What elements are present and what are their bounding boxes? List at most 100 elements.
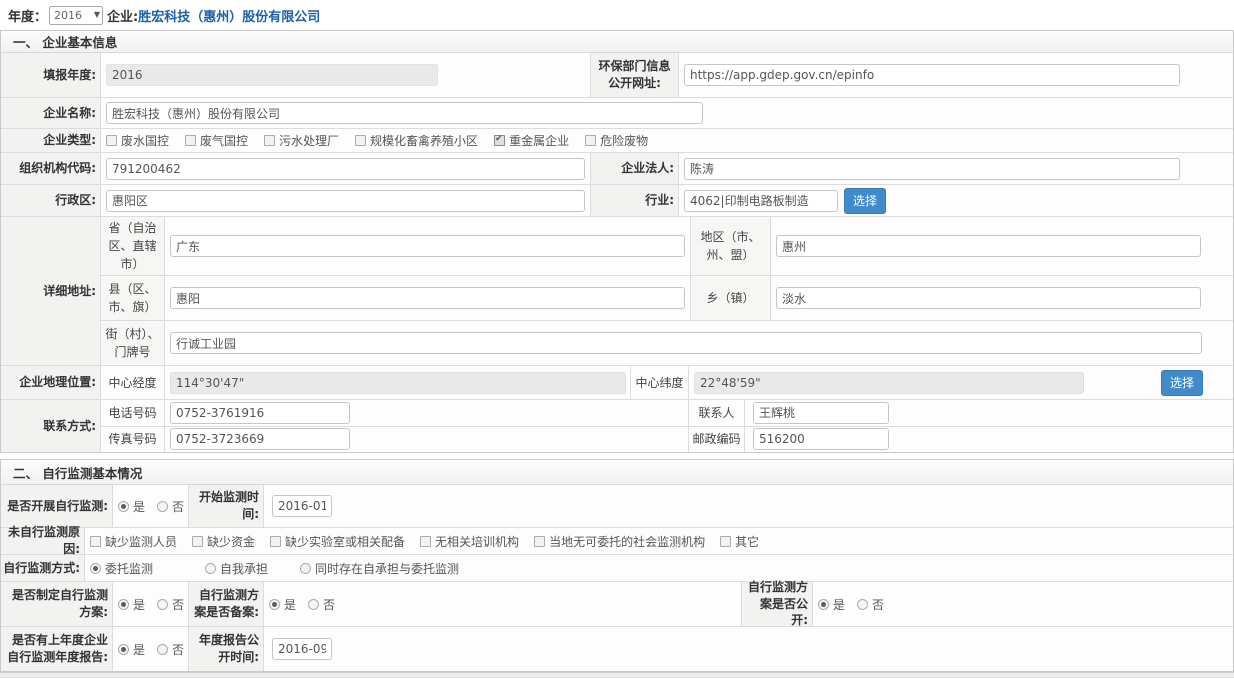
checkbox-reason-no-funds[interactable]: 缺少资金 — [192, 533, 255, 550]
fax-input[interactable] — [170, 428, 350, 450]
legal-person-label: 企业法人: — [591, 153, 679, 184]
radio-q5-yes[interactable]: 是 — [118, 641, 145, 658]
checkbox-wastewater-state[interactable]: 废水国控 — [106, 132, 169, 149]
geo-label: 企业地理位置: — [1, 366, 101, 399]
checkbox-gas-state[interactable]: 废气国控 — [185, 132, 248, 149]
radio-mode-entrusted[interactable]: 委托监测 — [90, 560, 153, 577]
province-label: 省（自治区、直辖市） — [101, 217, 165, 275]
report-time-input[interactable] — [272, 638, 332, 660]
fill-year-input[interactable] — [106, 64, 438, 86]
checkbox-icon — [420, 536, 431, 547]
checkbox-sewage-plant[interactable]: 污水处理厂 — [264, 132, 339, 149]
radio-mode-self[interactable]: 自我承担 — [205, 560, 268, 577]
start-time-input[interactable] — [272, 495, 332, 517]
checkbox-reason-no-lab[interactable]: 缺少实验室或相关配备 — [270, 533, 405, 550]
row-address: 详细地址: 省（自治区、直辖市） 地区（市、州、盟） 县（区、市、旗） 乡（镇） — [1, 217, 1233, 366]
plan-public-label: 自行监测方案是否公开: — [742, 582, 813, 626]
row-monitoring-mode: 自行监测方式: 委托监测 自我承担 同时存在自承担与委托监测 — [1, 555, 1233, 582]
contact-person-label: 联系人 — [689, 400, 745, 426]
radio-q5-no[interactable]: 否 — [157, 641, 184, 658]
geo-select-button[interactable]: 选择 — [1161, 370, 1203, 396]
year-label: 年度： — [8, 6, 47, 25]
latitude-input[interactable] — [694, 372, 1084, 394]
row-company-name: 企业名称: — [1, 98, 1233, 129]
radio-icon — [308, 599, 319, 610]
street-input[interactable] — [170, 332, 1202, 354]
company-name-link[interactable]: 胜宏科技（惠州）股份有限公司 — [138, 6, 320, 25]
district-input[interactable] — [106, 190, 585, 212]
no-monitoring-reason-label: 未自行监测原因: — [1, 528, 85, 554]
latitude-label: 中心纬度 — [631, 366, 689, 399]
company-name-label: 企业名称: — [1, 98, 101, 128]
radio-icon — [157, 599, 168, 610]
radio-q3-yes[interactable]: 是 — [269, 596, 296, 613]
zip-input[interactable] — [753, 428, 889, 450]
longitude-input[interactable] — [170, 372, 626, 394]
province-input[interactable] — [170, 235, 685, 257]
checkbox-icon — [494, 135, 505, 146]
town-label: 乡（镇） — [691, 276, 771, 320]
checkbox-hazardous-waste[interactable]: 危险废物 — [585, 132, 648, 149]
env-url-input[interactable] — [684, 64, 1180, 86]
region-label: 地区（市、州、盟） — [691, 217, 771, 275]
checkbox-reason-no-agency[interactable]: 当地无可委托的社会监测机构 — [534, 533, 705, 550]
company-name-input[interactable] — [106, 102, 703, 124]
row-company-type: 企业类型: 废水国控 废气国控 污水处理厂 规模化畜禽养殖小区 重金属企业 危险… — [1, 129, 1233, 153]
county-label: 县（区、市、旗） — [101, 276, 165, 320]
industry-select-button[interactable]: 选择 — [844, 188, 886, 214]
radio-mode-both[interactable]: 同时存在自承担与委托监测 — [300, 560, 459, 577]
year-select[interactable]: 2016 ▼ — [49, 6, 103, 25]
radio-q1-no[interactable]: 否 — [157, 498, 184, 515]
radio-q4-yes[interactable]: 是 — [818, 596, 845, 613]
basic-info-table: 一、 企业基本信息 填报年度: 环保部门信息公开网址: 企业名称: 企业类型: … — [0, 30, 1234, 453]
radio-icon — [818, 599, 829, 610]
fax-label: 传真号码 — [101, 427, 165, 453]
checkbox-livestock[interactable]: 规模化畜禽养殖小区 — [355, 132, 478, 149]
phone-input[interactable] — [170, 402, 350, 424]
org-code-input[interactable] — [106, 158, 585, 180]
checkbox-reason-other[interactable]: 其它 — [720, 533, 759, 550]
checkbox-reason-no-training[interactable]: 无相关培训机构 — [420, 533, 519, 550]
contact-label: 联系方式: — [1, 400, 101, 452]
checkbox-icon — [534, 536, 545, 547]
radio-icon — [118, 644, 129, 655]
legal-person-input[interactable] — [684, 158, 1180, 180]
county-input[interactable] — [170, 287, 685, 309]
checkbox-heavy-metal[interactable]: 重金属企业 — [494, 132, 569, 149]
phone-label: 电话号码 — [101, 400, 165, 426]
monitoring-mode-label: 自行监测方式: — [1, 555, 85, 581]
radio-q3-no[interactable]: 否 — [308, 596, 335, 613]
region-input[interactable] — [776, 235, 1201, 257]
industry-input[interactable] — [684, 190, 838, 212]
report-time-label: 年度报告公开时间: — [189, 627, 264, 671]
radio-q4-no[interactable]: 否 — [857, 596, 884, 613]
checkbox-icon — [185, 135, 196, 146]
radio-icon — [157, 644, 168, 655]
radio-icon — [857, 599, 868, 610]
radio-q1-yes[interactable]: 是 — [118, 498, 145, 515]
checkbox-reason-no-staff[interactable]: 缺少监测人员 — [90, 533, 177, 550]
row-monitoring-conducted: 是否开展自行监测: 是 否 开始监测时间: — [1, 485, 1233, 528]
contact-person-input[interactable] — [753, 402, 889, 424]
section2-header: 二、 自行监测基本情况 — [1, 460, 1233, 485]
contact-subrow-fax: 传真号码 邮政编码 — [101, 427, 1233, 453]
checkbox-icon — [720, 536, 731, 547]
zip-label: 邮政编码 — [689, 427, 745, 453]
radio-icon — [157, 501, 168, 512]
year-select-value: 2016 — [54, 9, 82, 22]
topbar: 年度： 2016 ▼ 企业: 胜宏科技（惠州）股份有限公司 — [0, 0, 1234, 30]
section1-header: 一、 企业基本信息 — [1, 31, 1233, 53]
plan-made-label: 是否制定自行监测方案: — [1, 582, 113, 626]
radio-icon — [300, 563, 311, 574]
annual-report-label: 是否有上年度企业自行监测年度报告: — [1, 627, 113, 671]
row-contact: 联系方式: 电话号码 联系人 传真号码 邮政编码 — [1, 400, 1233, 452]
address-subrow-province: 省（自治区、直辖市） 地区（市、州、盟） — [101, 217, 1233, 276]
radio-q2-no[interactable]: 否 — [157, 596, 184, 613]
self-monitoring-table: 二、 自行监测基本情况 是否开展自行监测: 是 否 开始监测时间: 未自行监测原… — [0, 459, 1234, 672]
industry-label: 行业: — [591, 185, 679, 216]
monitoring-conducted-label: 是否开展自行监测: — [1, 485, 113, 527]
radio-q2-yes[interactable]: 是 — [118, 596, 145, 613]
checkbox-icon — [192, 536, 203, 547]
town-input[interactable] — [776, 287, 1201, 309]
company-type-label: 企业类型: — [1, 129, 101, 152]
